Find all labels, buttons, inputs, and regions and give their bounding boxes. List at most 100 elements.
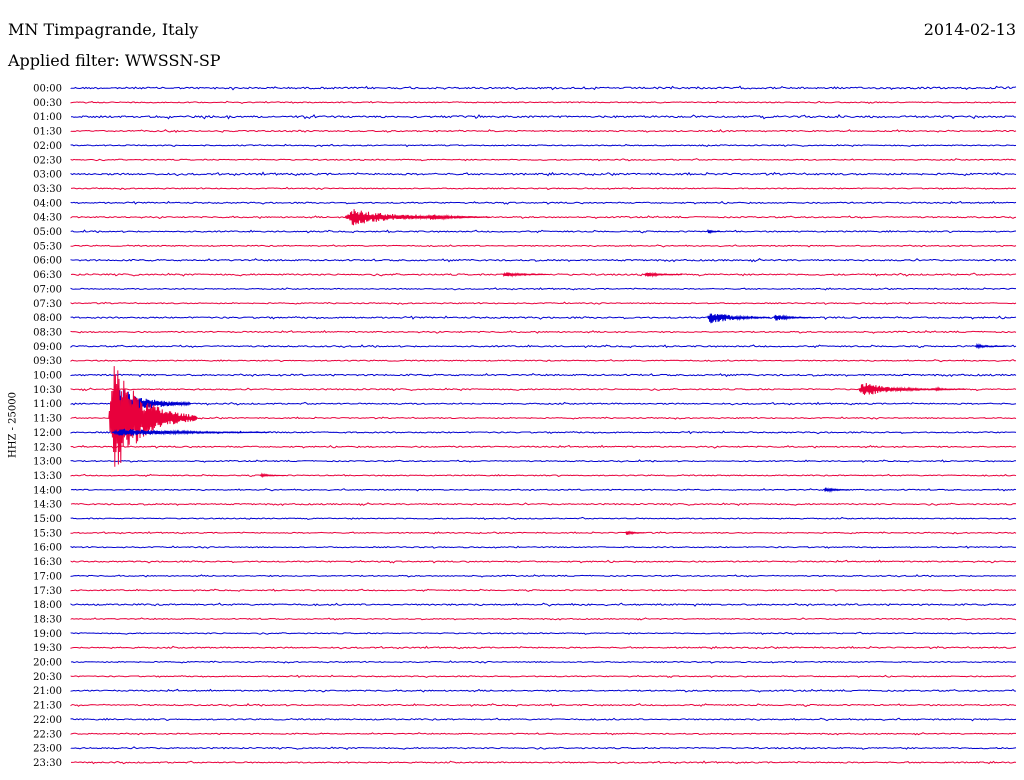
trace-row-0130 (70, 129, 1017, 133)
time-tick-label: 02:00 (33, 141, 62, 152)
trace-row-2100 (70, 688, 1017, 693)
time-tick-label: 22:00 (33, 715, 62, 726)
seismic-event-3 (502, 271, 547, 278)
time-tick-label: 11:30 (33, 414, 62, 425)
trace-row-1530 (70, 531, 1017, 535)
time-tick-label: 03:00 (33, 170, 62, 181)
trace-row-0830 (70, 329, 1017, 334)
trace-row-2130 (70, 703, 1017, 707)
seismic-event-15 (625, 530, 645, 536)
trace-row-0900 (70, 344, 1017, 349)
trace-row-0230 (70, 158, 1017, 162)
trace-row-2330 (71, 760, 1017, 765)
time-tick-label: 20:00 (33, 658, 62, 669)
trace-row-0930 (70, 359, 1017, 363)
trace-row-1100 (70, 401, 1017, 406)
trace-row-0430 (70, 215, 1017, 220)
time-tick-label: 02:30 (33, 155, 62, 166)
trace-row-0100 (71, 114, 1017, 120)
trace-row-0200 (70, 143, 1017, 148)
trace-row-1930 (70, 645, 1017, 650)
trace-row-1900 (70, 631, 1017, 635)
time-tick-label: 16:00 (33, 543, 62, 554)
trace-row-1230 (70, 444, 1017, 449)
time-tick-label: 15:30 (33, 528, 62, 539)
time-tick-label: 07:30 (33, 299, 62, 310)
time-tick-label: 20:30 (33, 672, 62, 683)
time-tick-label: 18:00 (33, 600, 62, 611)
time-tick-label: 04:00 (33, 198, 62, 209)
trace-row-1330 (70, 473, 1017, 478)
time-tick-label: 15:00 (33, 514, 62, 525)
time-tick-label: 00:00 (33, 84, 62, 95)
trace-row-2030 (70, 674, 1017, 679)
trace-row-0300 (70, 171, 1017, 177)
trace-row-0000 (70, 85, 1017, 91)
time-tick-label: 23:00 (33, 744, 62, 755)
time-tick-label: 06:00 (33, 256, 62, 267)
time-tick-label: 05:00 (33, 227, 62, 238)
time-tick-label: 04:30 (33, 213, 62, 224)
trace-row-0700 (70, 287, 1016, 291)
time-tick-label: 12:00 (33, 428, 62, 439)
time-tick-label: 06:30 (33, 270, 62, 281)
time-tick-label: 09:30 (33, 356, 62, 367)
trace-row-1700 (70, 574, 1016, 578)
time-tick-label: 01:30 (33, 127, 62, 138)
trace-row-1500 (70, 516, 1017, 521)
trace-row-2230 (70, 732, 1016, 736)
trace-row-0400 (70, 200, 1017, 205)
trace-row-1830 (70, 617, 1017, 621)
seismic-event-8 (858, 382, 938, 395)
time-tick-label: 14:00 (33, 485, 62, 496)
trace-row-1300 (70, 459, 1017, 463)
trace-row-0530 (70, 244, 1017, 248)
time-tick-label: 16:30 (33, 557, 62, 568)
trace-row-1730 (70, 588, 1017, 592)
trace-row-2300 (70, 746, 1017, 750)
time-tick-label: 17:30 (33, 586, 62, 597)
trace-row-0030 (70, 100, 1017, 105)
trace-row-2200 (70, 717, 1017, 722)
trace-row-0500 (70, 229, 1017, 234)
seismic-event-14 (823, 487, 850, 493)
time-tick-label: 10:30 (33, 385, 62, 396)
time-tick-label: 01:00 (33, 112, 62, 123)
trace-row-1000 (70, 372, 1017, 378)
seismic-event-11 (108, 366, 198, 467)
time-tick-label: 08:00 (33, 313, 62, 324)
time-tick-label: 14:30 (33, 500, 62, 511)
time-tick-label: 12:30 (33, 442, 62, 453)
time-tick-label: 07:00 (33, 284, 62, 295)
trace-row-0330 (70, 186, 1017, 191)
seismic-event-7 (974, 342, 1007, 350)
trace-row-1600 (70, 545, 1017, 549)
trace-row-1400 (70, 488, 1017, 492)
time-tick-label: 22:30 (33, 729, 62, 740)
time-tick-label: 05:30 (33, 241, 62, 252)
trace-row-0600 (70, 258, 1017, 263)
seismic-event-4 (644, 271, 683, 278)
time-tick-label: 09:00 (33, 342, 62, 353)
trace-row-1130 (70, 416, 1017, 420)
time-tick-label: 17:00 (33, 571, 62, 582)
trace-row-1800 (70, 602, 1017, 607)
time-tick-label: 21:30 (33, 701, 62, 712)
time-tick-label: 11:00 (33, 399, 62, 410)
time-tick-label: 13:30 (33, 471, 62, 482)
time-tick-label: 03:30 (33, 184, 62, 195)
time-tick-label: 21:00 (33, 686, 62, 697)
time-tick-label: 10:00 (33, 371, 62, 382)
time-tick-label: 13:00 (33, 457, 62, 468)
trace-row-1630 (70, 559, 1017, 564)
trace-row-1430 (70, 502, 1017, 506)
seismic-event-6 (773, 314, 812, 321)
time-tick-label: 23:30 (33, 758, 62, 769)
seismic-event-9 (933, 386, 966, 392)
seismic-event-5 (706, 313, 771, 324)
trace-row-2000 (70, 660, 1017, 664)
time-tick-label: 08:30 (33, 327, 62, 338)
time-tick-label: 18:30 (33, 614, 62, 625)
time-tick-label: 19:00 (33, 629, 62, 640)
trace-row-0800 (70, 315, 1017, 320)
